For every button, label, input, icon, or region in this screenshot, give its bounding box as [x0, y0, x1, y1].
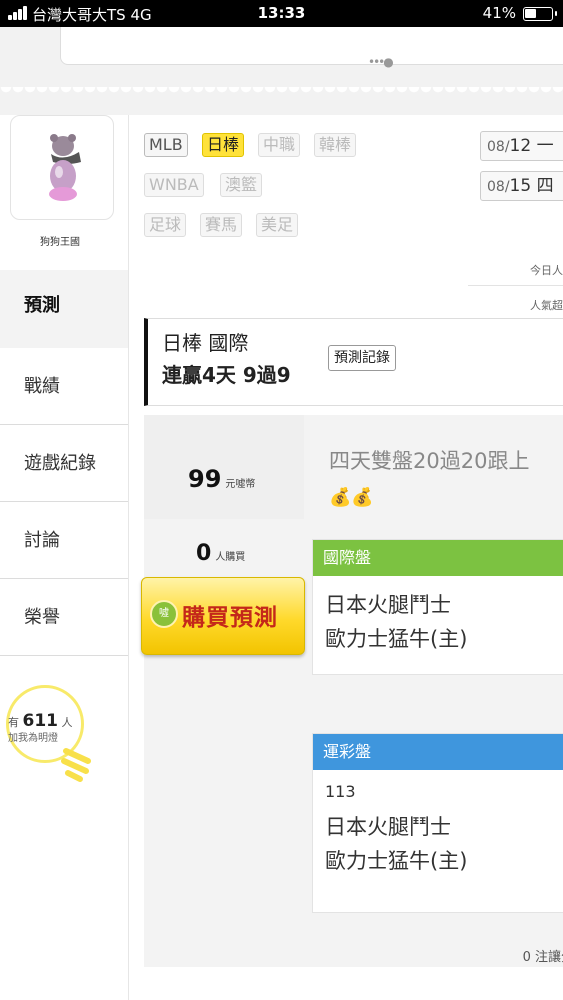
- tab-wnba[interactable]: WNBA: [144, 173, 204, 197]
- battery-icon: [523, 7, 557, 21]
- footnote: 0 注讓分: [522, 950, 563, 965]
- bear-figurine-icon: [49, 134, 81, 201]
- buy-prediction-button[interactable]: 噓 購買預測: [141, 577, 305, 655]
- tab-nfl[interactable]: 美足: [256, 213, 299, 237]
- league-title: 日棒 國際: [162, 331, 249, 355]
- lottery-board: 運彩盤 113 日本火腿鬥士 歐力士猛牛(主): [312, 733, 563, 913]
- board-header: 國際盤: [313, 540, 563, 576]
- pick-title: 四天雙盤20過20跟上: [329, 449, 530, 473]
- avatar[interactable]: [10, 115, 114, 220]
- board-number: 113: [325, 782, 356, 801]
- popular-label: 人氣超: [530, 299, 563, 312]
- tab-horse-racing[interactable]: 賽馬: [200, 213, 243, 237]
- date-selector-2[interactable]: 08/15 四: [480, 171, 563, 201]
- buyer-count: 0 人購買: [196, 541, 246, 566]
- divider: [468, 285, 563, 286]
- lamp-widget[interactable]: 有 611 人 加我為明燈: [4, 685, 124, 805]
- tab-mlb[interactable]: MLB: [144, 133, 188, 157]
- sidebar: 狗狗王國 預測 戰績 遊戲紀錄 討論 榮譽 有 611 人 加我為明燈: [0, 115, 128, 1000]
- nav-item-game-log[interactable]: 遊戲紀錄: [0, 425, 128, 502]
- team-home: 歐力士猛牛(主): [325, 627, 468, 651]
- team-away: 日本火腿鬥士: [325, 815, 451, 839]
- main-content: MLB 日棒 中職 韓棒 WNBA 澳籃 足球 賽馬 美足 08/12 一 08…: [128, 115, 563, 1000]
- lamp-caption: 加我為明燈: [8, 733, 58, 744]
- buy-prediction-label: 購買預測: [182, 605, 278, 631]
- clock: 13:33: [257, 4, 306, 22]
- tab-kbo[interactable]: 韓棒: [314, 133, 357, 157]
- win-streak: 連贏4天 9過9: [162, 363, 291, 387]
- prediction-record-button[interactable]: 預測記錄: [328, 345, 396, 371]
- date-selector-1[interactable]: 08/12 一: [480, 131, 563, 161]
- lamp-count: 有 611 人: [8, 711, 73, 731]
- username: 狗狗王國: [40, 237, 80, 248]
- tab-soccer[interactable]: 足球: [144, 213, 187, 237]
- tab-cpbl[interactable]: 中職: [258, 133, 301, 157]
- prediction-card: 99 元噓幣 0 人購買 噓 購買預測 四天雙盤20過20跟上 💰💰 國際盤 日本火…: [141, 415, 563, 967]
- lightbulb-base-icon: [61, 748, 91, 782]
- price: 99 元噓幣: [188, 465, 256, 493]
- nav-item-honor[interactable]: 榮譽: [0, 579, 128, 656]
- tab-npb[interactable]: 日棒: [202, 133, 245, 157]
- scalloped-divider: [0, 87, 563, 99]
- battery-percent: 41%: [482, 4, 516, 22]
- nav-item-discussion[interactable]: 討論: [0, 502, 128, 579]
- sidebar-nav: 預測 戰績 遊戲紀錄 討論 榮譽: [0, 270, 128, 656]
- nav-item-predict[interactable]: 預測: [0, 270, 128, 348]
- board-header: 運彩盤: [313, 734, 563, 770]
- team-away: 日本火腿鬥士: [325, 593, 451, 617]
- team-home: 歐力士猛牛(主): [325, 849, 468, 873]
- today-count-label: 今日人: [530, 264, 563, 277]
- coin-icon: 噓: [150, 600, 178, 628]
- status-bar: 台灣大哥大TS 4G 13:33 41%: [0, 0, 563, 27]
- nav-item-record[interactable]: 戰績: [0, 348, 128, 425]
- tab-nbl[interactable]: 澳籃: [220, 173, 263, 197]
- prediction-header: 日棒 國際 連贏4天 9過9 預測記錄: [144, 318, 563, 406]
- carousel-dots-icon[interactable]: •••●: [368, 55, 394, 69]
- banner-strip: •••●: [0, 27, 563, 115]
- banner-card[interactable]: [60, 27, 563, 65]
- money-bag-icon: 💰💰: [329, 487, 374, 508]
- intl-board: 國際盤 日本火腿鬥士 歐力士猛牛(主): [312, 539, 563, 675]
